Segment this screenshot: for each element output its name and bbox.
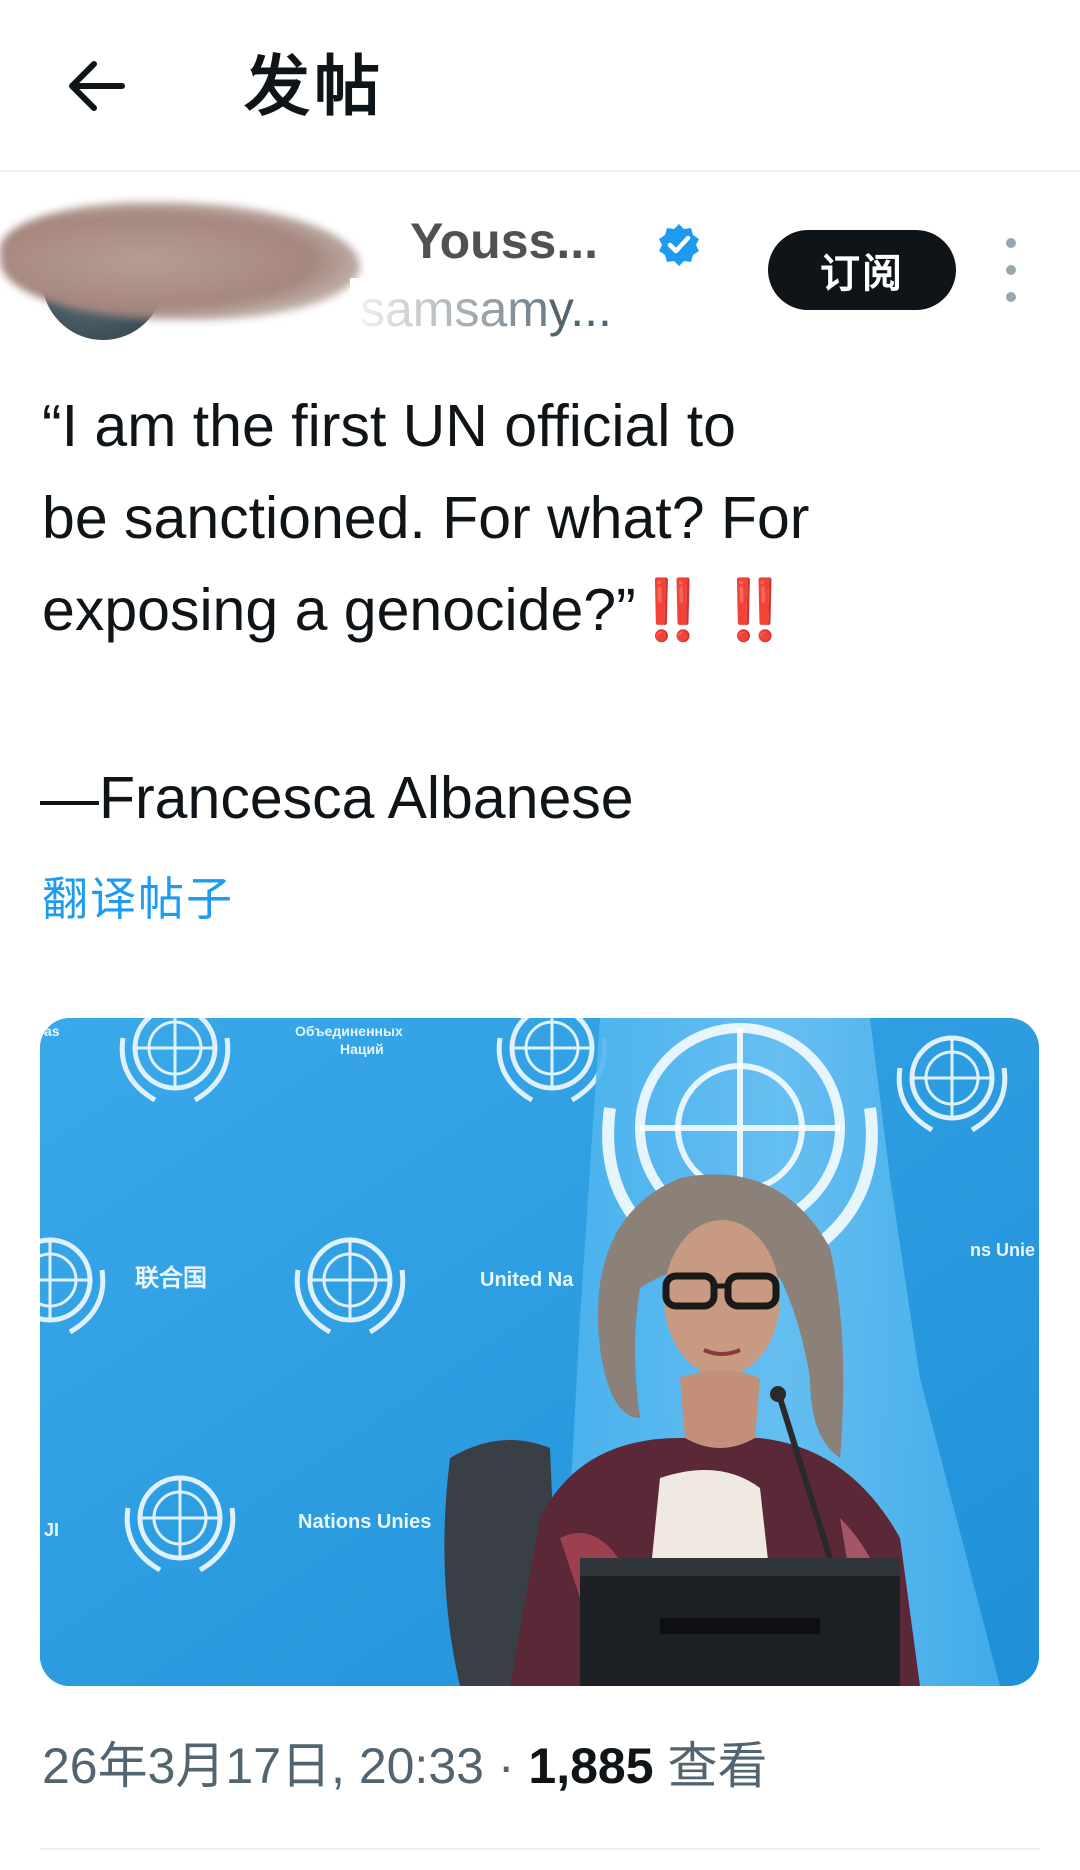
post-meta: 26年3月17日, 20:33 · 1,885 查看: [42, 1730, 767, 1802]
backdrop-label: Наций: [340, 1041, 384, 1057]
backdrop-label: ЈI: [44, 1520, 59, 1540]
post-text: “I am the first UN official to be sancti…: [42, 380, 1042, 656]
divider: [40, 1848, 1040, 1850]
post-timestamp[interactable]: 26年3月17日, 20:33: [42, 1738, 484, 1794]
backdrop-label: ns Unie: [970, 1240, 1035, 1260]
top-bar: 发帖: [0, 0, 1080, 172]
back-button[interactable]: [50, 40, 142, 132]
backdrop-label: Объединенных: [295, 1023, 403, 1039]
author-row: Youss... samsamy... 订阅: [0, 172, 1080, 372]
post-line: “I am the first UN official to: [42, 393, 736, 459]
meta-separator: ·: [497, 1738, 515, 1794]
double-exclamation-emoji: ‼️ ‼️: [635, 577, 791, 643]
more-vertical-icon: [1006, 238, 1016, 248]
translate-post-link[interactable]: 翻译帖子: [42, 866, 234, 932]
views-label: 查看: [667, 1738, 768, 1794]
arrow-left-icon: [69, 61, 125, 111]
backdrop-label: 联合国: [135, 1264, 207, 1292]
backdrop-label: Nations Unies: [298, 1511, 431, 1533]
page-title: 发帖: [244, 49, 384, 123]
more-options-button[interactable]: [996, 238, 1026, 302]
backdrop-label: as: [44, 1023, 60, 1039]
redaction-fade: [350, 278, 550, 342]
author-display-name[interactable]: Youss...: [410, 210, 598, 272]
more-vertical-icon-dot: [1006, 292, 1016, 302]
press-conference-photo: Объединенных Наций 联合国 United Na ns Unie…: [40, 1018, 1039, 1686]
post-image[interactable]: Объединенных Наций 联合国 United Na ns Unie…: [40, 1018, 1039, 1686]
more-vertical-icon-dot: [1006, 265, 1016, 275]
quote-attribution: —Francesca Albanese: [40, 765, 634, 831]
post-line: be sanctioned. For what? For: [42, 485, 810, 551]
post-line: exposing a genocide?”‼️ ‼️: [42, 564, 1042, 656]
subscribe-button[interactable]: 订阅: [768, 230, 956, 310]
verified-badge-icon: [659, 224, 699, 266]
post-line-text: exposing a genocide?”: [42, 577, 636, 643]
redaction-blur: [0, 202, 360, 320]
views-count[interactable]: 1,885: [528, 1738, 653, 1794]
backdrop-label: United Na: [480, 1269, 574, 1291]
